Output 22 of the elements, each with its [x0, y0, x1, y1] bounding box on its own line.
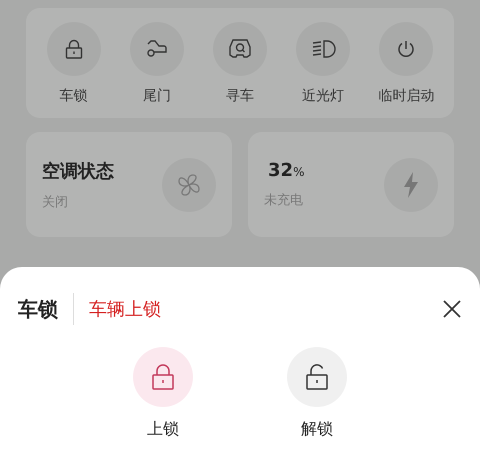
battery-percent: 32% [267, 160, 304, 181]
lightning-icon [402, 170, 420, 198]
lock-status: 车辆上锁 [89, 298, 161, 321]
option-label: 上锁 [147, 419, 179, 440]
status-subtitle: 关闭 [42, 194, 69, 210]
status-card[interactable]: 空调状态 关闭 [26, 132, 232, 237]
control-label: 寻车 [226, 87, 254, 105]
status-subtitle: 未充电 [264, 192, 304, 209]
sheet-title: 车锁 [18, 296, 58, 322]
control-label: 临时启动 [378, 87, 434, 105]
control-label: 近光灯 [302, 87, 344, 105]
control-label: 车锁 [60, 87, 88, 105]
headlight-icon [310, 38, 336, 60]
status-card[interactable]: 32% 未充电 [248, 132, 454, 237]
option-label: 解锁 [301, 419, 333, 440]
status-title: 空调状态 [42, 160, 114, 182]
car-search-icon [226, 38, 253, 60]
open-lock-icon [304, 363, 330, 391]
lock-icon [150, 363, 176, 391]
control-label: 尾门 [142, 87, 171, 105]
power-icon [396, 39, 416, 59]
close-icon[interactable] [442, 299, 462, 319]
